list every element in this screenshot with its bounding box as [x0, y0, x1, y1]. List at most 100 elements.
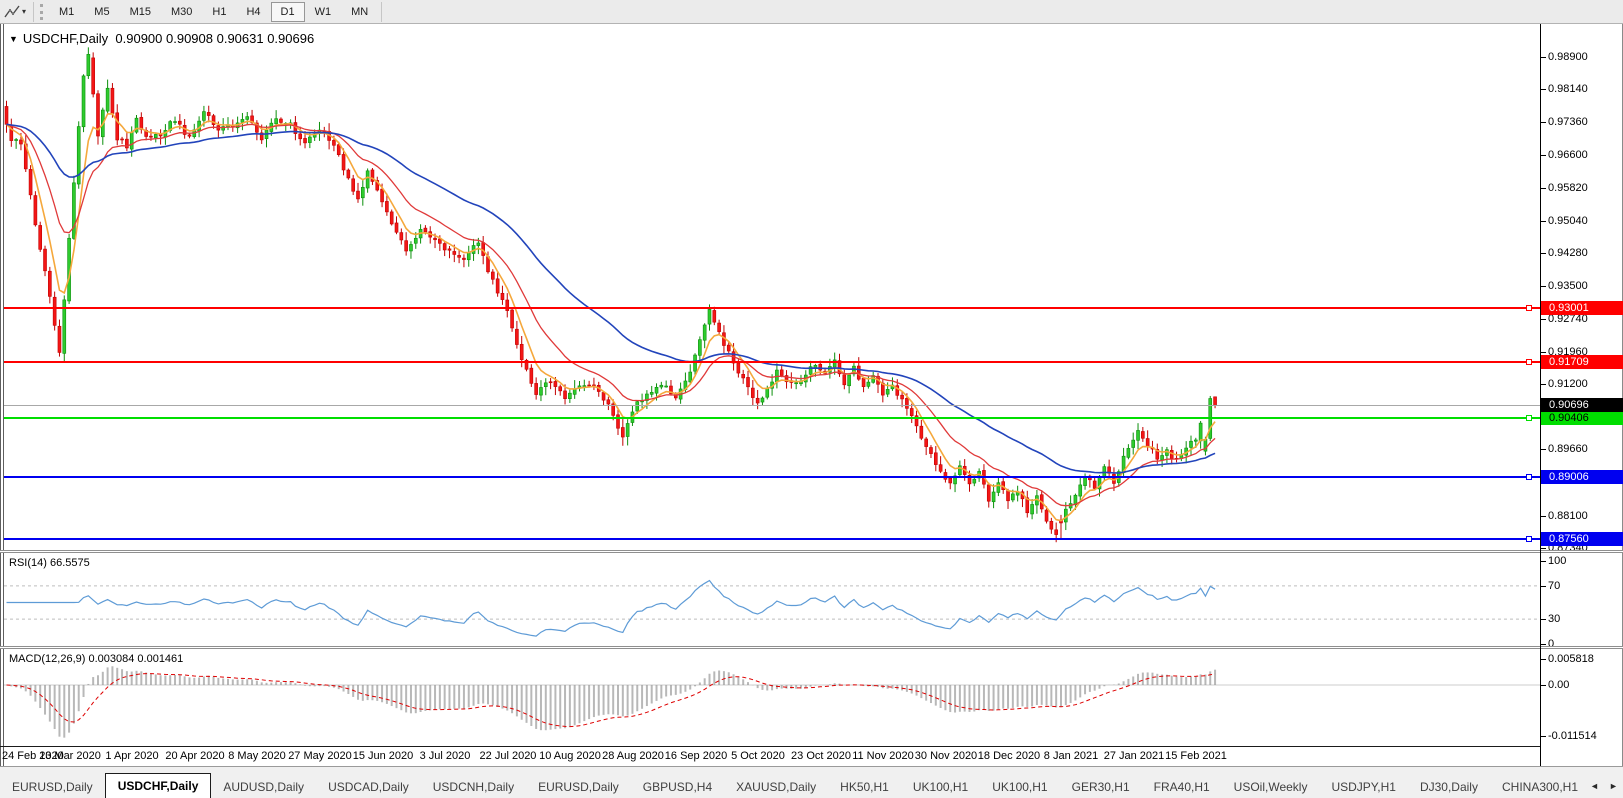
symbol-tab-bar: EURUSD,DailyUSDCHF,DailyAUDUSD,DailyUSDC… — [0, 766, 1623, 798]
timeframe-button-m30[interactable]: M30 — [161, 2, 202, 22]
symbol-tab-usdcnh-daily[interactable]: USDCNH,Daily — [421, 776, 526, 798]
symbol-tab-uk100-h1[interactable]: UK100,H1 — [901, 776, 980, 798]
timeframe-button-h4[interactable]: H4 — [236, 2, 270, 22]
rsi-tick-mark — [1541, 644, 1546, 645]
panel-separator[interactable] — [0, 646, 1623, 649]
line-handle[interactable] — [1526, 536, 1532, 542]
price-tick-mark — [1541, 155, 1546, 156]
symbol-tab-audusd-daily[interactable]: AUDUSD,Daily — [211, 776, 316, 798]
macd-tick-mark — [1541, 736, 1546, 737]
symbol-tab-uk100-h1[interactable]: UK100,H1 — [980, 776, 1059, 798]
tabs-scroll-left-button[interactable]: ◄ — [1587, 777, 1602, 794]
timeframe-button-m15[interactable]: M15 — [120, 2, 161, 22]
timeframe-button-h1[interactable]: H1 — [202, 2, 236, 22]
macd-tick-label: 0.005818 — [1548, 653, 1618, 665]
price-tick-label: 0.98140 — [1548, 83, 1618, 95]
rsi-tick-mark — [1541, 561, 1546, 562]
symbol-tab-dj30-daily[interactable]: DJ30,Daily — [1408, 776, 1490, 798]
macd-tick-label: 0.00 — [1548, 679, 1618, 691]
horizontal-level-line[interactable] — [4, 307, 1540, 309]
price-tick-mark — [1541, 384, 1546, 385]
panel-separator[interactable] — [0, 550, 1623, 553]
rsi-indicator-canvas[interactable] — [4, 556, 1540, 646]
collapse-icon[interactable]: ▼ — [9, 34, 18, 44]
price-level-badge: 0.87560 — [1541, 532, 1623, 546]
timeframe-toolbar: ▾ M1M5M15M30H1H4D1W1MN — [0, 0, 1623, 24]
timeframe-button-w1[interactable]: W1 — [305, 2, 342, 22]
macd-tick-mark — [1541, 659, 1546, 660]
price-tick-mark — [1541, 57, 1546, 58]
price-tick-label: 0.98900 — [1548, 51, 1618, 63]
symbol-tab-usdchf-daily[interactable]: USDCHF,Daily — [105, 773, 212, 798]
price-tick-label: 0.88100 — [1548, 510, 1618, 522]
current-price-line — [4, 405, 1540, 406]
tabs-scroll-right-button[interactable]: ► — [1606, 777, 1621, 794]
line-handle[interactable] — [1526, 415, 1532, 421]
macd-panel-bottom-border — [0, 746, 1541, 747]
symbol-tab-usdcad-daily[interactable]: USDCAD,Daily — [316, 776, 421, 798]
price-level-badge: 0.90406 — [1541, 411, 1623, 425]
price-tick-mark — [1541, 352, 1546, 353]
price-axis-line — [1540, 24, 1541, 766]
timeframe-button-m5[interactable]: M5 — [84, 2, 119, 22]
timeframe-button-mn[interactable]: MN — [341, 2, 378, 22]
line-handle[interactable] — [1526, 359, 1532, 365]
symbol-tab-china300-h1[interactable]: CHINA300,H1 — [1490, 776, 1585, 798]
horizontal-level-line[interactable] — [4, 361, 1540, 363]
price-tick-label: 0.89660 — [1548, 443, 1618, 455]
line-handle[interactable] — [1526, 474, 1532, 480]
rsi-tick-mark — [1541, 586, 1546, 587]
symbol-tab-xauusd-daily[interactable]: XAUUSD,Daily — [724, 776, 828, 798]
price-tick-label: 0.93500 — [1548, 280, 1618, 292]
macd-label: MACD(12,26,9) 0.003084 0.001461 — [9, 653, 183, 665]
horizontal-level-line[interactable] — [4, 538, 1540, 540]
symbol-tab-usoil-weekly[interactable]: USOil,Weekly — [1222, 776, 1320, 798]
symbol-tab-gbpusd-h4[interactable]: GBPUSD,H4 — [631, 776, 724, 798]
draw-tool-icon[interactable] — [2, 3, 22, 21]
price-tick-label: 0.97360 — [1548, 116, 1618, 128]
window-left-border — [0, 24, 1, 766]
horizontal-level-line[interactable] — [4, 476, 1540, 478]
price-tick-label: 0.95820 — [1548, 182, 1618, 194]
line-handle[interactable] — [1526, 305, 1532, 311]
toolbar-grip[interactable] — [40, 4, 43, 20]
timeframe-button-d1[interactable]: D1 — [271, 2, 305, 22]
price-tick-label: 0.96600 — [1548, 149, 1618, 161]
price-tick-mark — [1541, 253, 1546, 254]
symbol-tab-usdjpy-h1[interactable]: USDJPY,H1 — [1319, 776, 1407, 798]
price-tick-label: 0.91200 — [1548, 378, 1618, 390]
chart-title: ▼ USDCHF,Daily 0.90900 0.90908 0.90631 0.… — [9, 31, 314, 46]
price-tick-mark — [1541, 319, 1546, 320]
price-tick-mark — [1541, 286, 1546, 287]
symbol-tab-ger30-h1[interactable]: GER30,H1 — [1060, 776, 1142, 798]
price-tick-mark — [1541, 188, 1546, 189]
price-level-badge: 0.93001 — [1541, 301, 1623, 315]
price-tick-mark — [1541, 122, 1546, 123]
symbol-tab-eurusd-daily[interactable]: EURUSD,Daily — [0, 776, 105, 798]
price-tick-mark — [1541, 516, 1546, 517]
rsi-tick-mark — [1541, 619, 1546, 620]
price-level-badge: 0.91709 — [1541, 355, 1623, 369]
price-tick-label: 0.94280 — [1548, 247, 1618, 259]
price-chart-canvas[interactable] — [4, 24, 1540, 550]
macd-indicator-canvas[interactable] — [4, 652, 1540, 746]
rsi-tick-label: 70 — [1548, 580, 1618, 592]
horizontal-level-line[interactable] — [4, 417, 1540, 419]
symbol-tab-fra40-h1[interactable]: FRA40,H1 — [1142, 776, 1222, 798]
price-tick-mark — [1541, 449, 1546, 450]
dropdown-caret-icon[interactable]: ▾ — [22, 7, 26, 16]
current-price-badge: 0.90696 — [1541, 398, 1623, 412]
price-tick-mark — [1541, 548, 1546, 549]
chart-ohlc-values: 0.90900 0.90908 0.90631 0.90696 — [115, 31, 314, 46]
macd-tick-label: -0.011514 — [1548, 730, 1618, 742]
symbol-tab-eurusd-daily[interactable]: EURUSD,Daily — [526, 776, 631, 798]
price-tick-mark — [1541, 221, 1546, 222]
timeframe-button-m1[interactable]: M1 — [49, 2, 84, 22]
price-level-badge: 0.89006 — [1541, 470, 1623, 484]
price-tick-label: 0.95040 — [1548, 215, 1618, 227]
chart-symbol-label: USDCHF,Daily — [23, 31, 108, 46]
date-tick-label: 15 Feb 2021 — [1158, 750, 1234, 763]
toolbar-separator — [33, 2, 34, 22]
symbol-tab-hk50-h1[interactable]: HK50,H1 — [828, 776, 901, 798]
rsi-tick-label: 30 — [1548, 613, 1618, 625]
